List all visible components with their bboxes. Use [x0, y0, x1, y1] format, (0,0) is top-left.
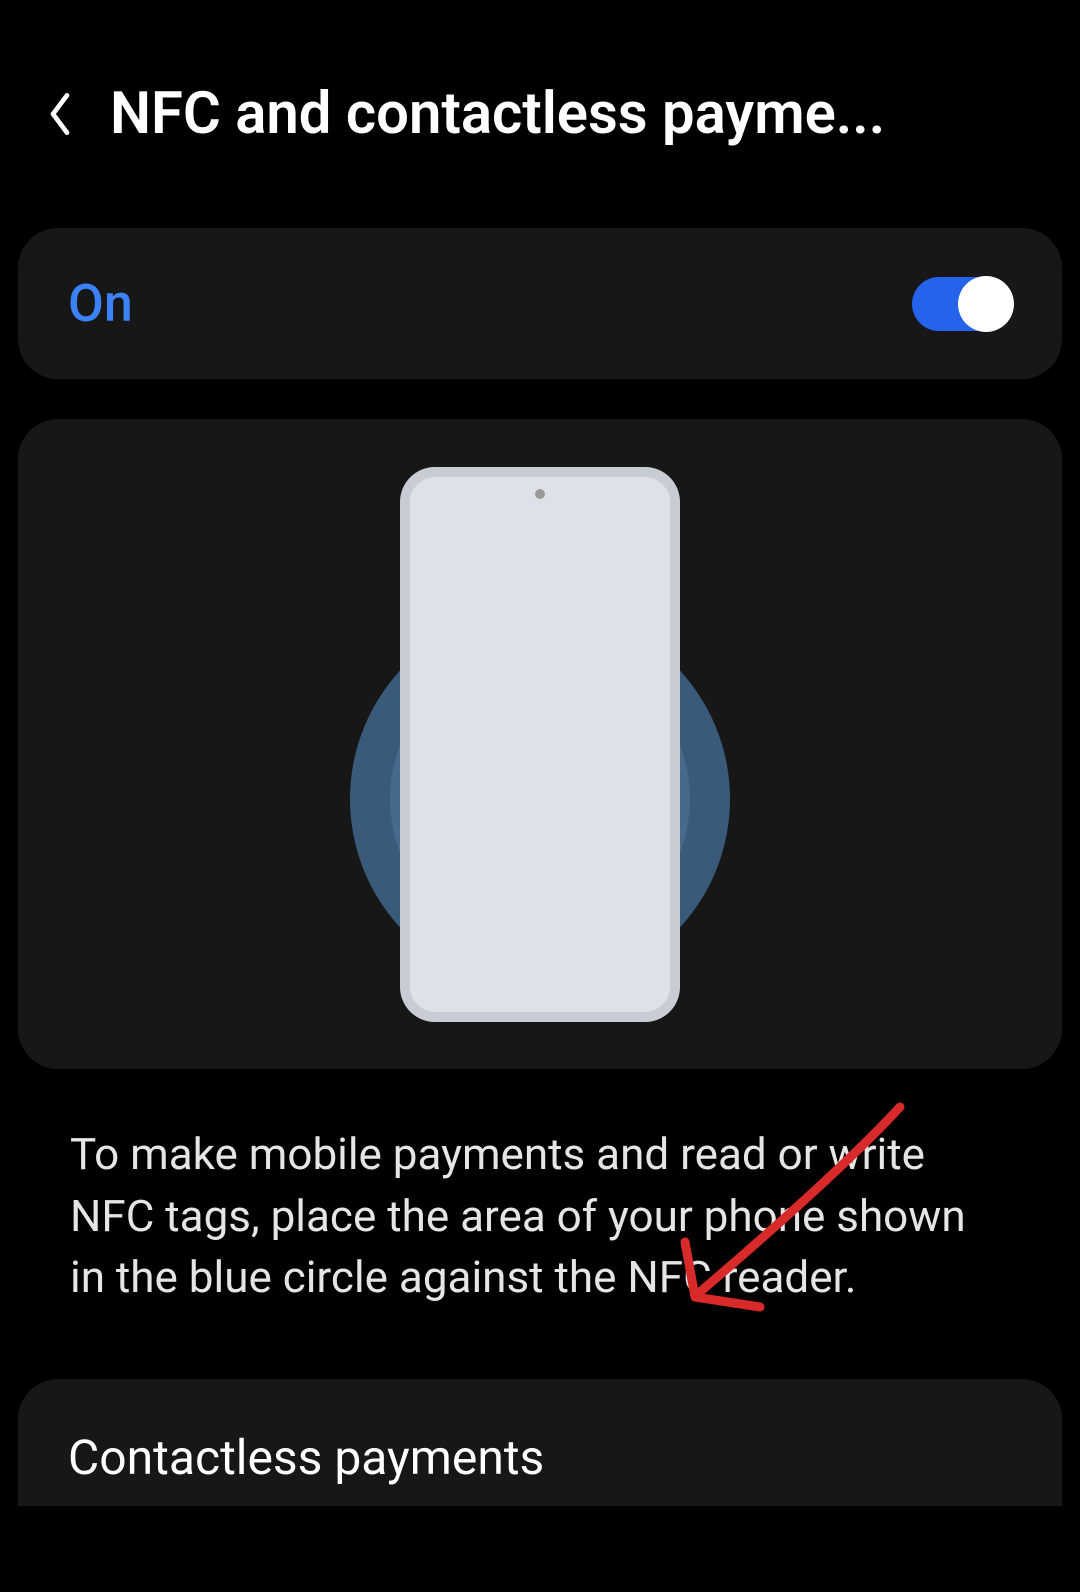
phone-illustration-icon [400, 467, 680, 1022]
header: NFC and contactless payme... [0, 0, 1080, 188]
page-title: NFC and contactless payme... [110, 80, 1040, 148]
nfc-toggle-switch[interactable] [912, 277, 1012, 331]
phone-screen-icon [410, 477, 670, 1012]
phone-camera-icon [535, 489, 545, 499]
toggle-knob [958, 276, 1014, 332]
back-icon[interactable] [40, 94, 80, 134]
contactless-payments-item[interactable]: Contactless payments [18, 1379, 1062, 1506]
nfc-toggle-row[interactable]: On [18, 228, 1062, 379]
contactless-payments-label: Contactless payments [68, 1429, 1012, 1486]
nfc-toggle-label: On [68, 273, 133, 334]
nfc-description-text: To make mobile payments and read or writ… [0, 1069, 1080, 1339]
nfc-illustration-card [18, 419, 1062, 1069]
